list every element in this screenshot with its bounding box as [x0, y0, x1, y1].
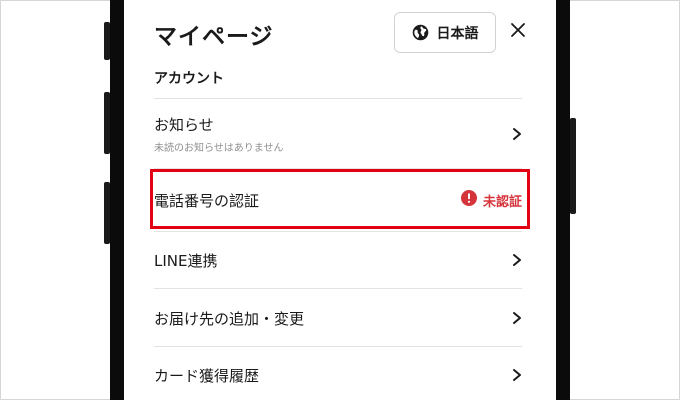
section-title-account: アカウント	[154, 71, 224, 87]
divider	[154, 98, 522, 99]
highlight-box	[150, 169, 530, 229]
menu-item-card-history[interactable]: カード獲得履歴	[154, 355, 522, 395]
chevron-right-icon	[512, 253, 522, 267]
phone-side-button-mute	[104, 22, 110, 60]
globe-icon	[412, 24, 429, 41]
phone-side-button-volume-up	[104, 92, 110, 154]
menu-item-line-link[interactable]: LINE連携	[154, 240, 522, 280]
menu-item-label: カード獲得履歴	[154, 366, 260, 385]
page-title: マイページ	[154, 24, 274, 50]
menu-item-shipping-address[interactable]: お届け先の追加・変更	[154, 298, 522, 338]
close-button[interactable]	[508, 22, 528, 42]
language-button[interactable]: 日本語	[394, 12, 496, 53]
menu-item-text: お知らせ 未読のお知らせはありません	[154, 114, 284, 154]
divider	[154, 346, 522, 347]
menu-item-notifications[interactable]: お知らせ 未読のお知らせはありません	[154, 112, 522, 156]
phone-side-button-power	[570, 118, 576, 214]
language-button-label: 日本語	[436, 25, 479, 42]
divider	[154, 231, 522, 232]
chevron-right-icon	[512, 368, 522, 382]
menu-item-sublabel: 未読のお知らせはありません	[154, 143, 284, 154]
chevron-right-icon	[512, 311, 522, 325]
chevron-right-icon	[512, 127, 522, 141]
divider	[154, 288, 522, 289]
menu-item-label: LINE連携	[154, 251, 218, 270]
menu-item-label: お知らせ	[154, 116, 214, 134]
phone-side-button-volume-down	[104, 182, 110, 244]
menu-item-label: お届け先の追加・変更	[154, 309, 305, 328]
close-icon	[510, 22, 526, 42]
